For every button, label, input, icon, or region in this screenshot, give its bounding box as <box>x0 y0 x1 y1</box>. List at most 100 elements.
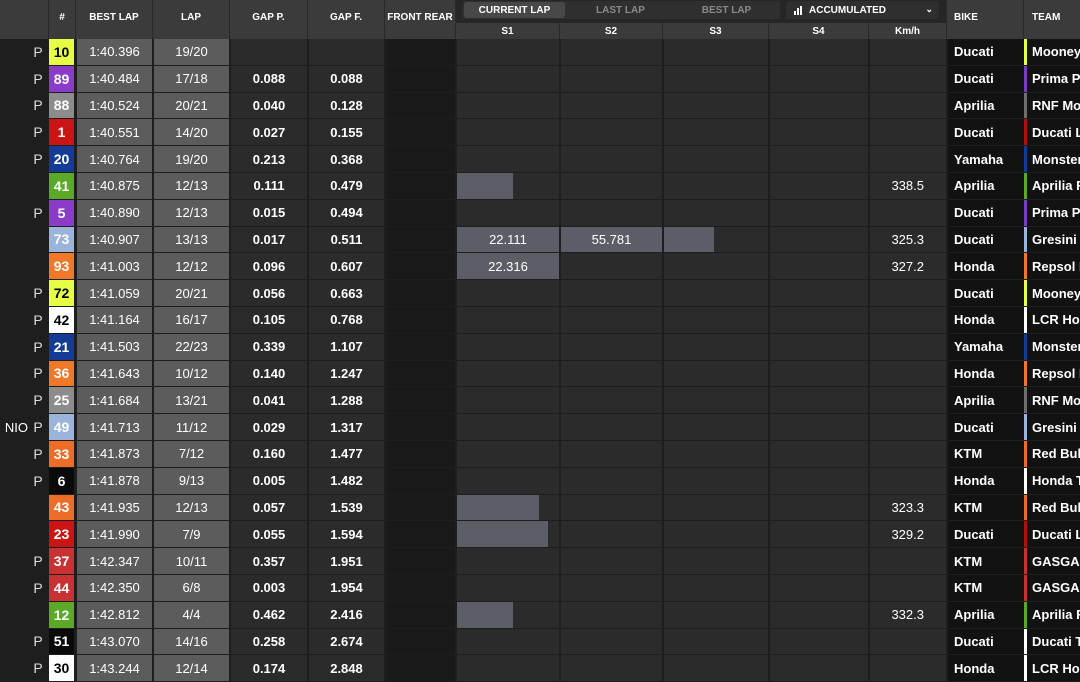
table-row[interactable]: P11:40.55114/200.0270.155 Ducati Ducati Le… <box>0 119 1080 146</box>
team-color-stripe <box>1024 574 1027 601</box>
rider-number-badge[interactable]: 23 <box>49 521 74 548</box>
sector-2-time <box>561 66 662 92</box>
table-row[interactable]: P 21 1:41.503 22/23 0.339 1.107 Yamaha Monster … <box>0 333 1080 361</box>
header-best-lap[interactable]: BEST LAP <box>76 0 153 39</box>
table-row[interactable]: NIO P 49 1:41.713 11/12 0.029 1.317 Ducati Gresi… <box>0 414 1080 441</box>
pit-indicator: P <box>28 467 48 494</box>
table-row[interactable]: 23 1:41.990 7/9 0.055 1.594 329.2 Ducati Ducati… <box>0 521 1080 548</box>
header-number[interactable]: # <box>49 0 76 39</box>
header-gap-first[interactable]: GAP F. <box>308 0 385 39</box>
best-lap-time: 1:41.935 <box>77 494 152 521</box>
header-sector-3[interactable]: S3 <box>663 23 769 39</box>
table-row[interactable]: P301:43.24412/140.1742.848 Honda LCR Honda <box>0 655 1080 682</box>
pit-indicator <box>28 172 48 199</box>
rider-number-badge[interactable]: 88 <box>49 92 74 119</box>
table-row[interactable]: P 51 1:43.070 14/16 0.258 2.674 Ducati Ducati T… <box>0 628 1080 656</box>
rider-number-badge[interactable]: 20 <box>49 146 74 172</box>
speed-trap <box>870 146 946 172</box>
team-name: Aprilia Racing <box>1032 178 1080 194</box>
team-color-stripe <box>1024 548 1027 574</box>
pit-indicator: P <box>28 414 48 440</box>
rider-number-badge[interactable]: 1 <box>49 119 74 146</box>
rider-number-badge[interactable]: 12 <box>49 601 74 628</box>
table-row[interactable]: P61:41.8789/130.0051.482 Honda Honda Team <box>0 467 1080 495</box>
table-row[interactable]: P721:41.05920/210.0560.663 Ducati Mooney V… <box>0 280 1080 307</box>
rider-number-badge[interactable]: 89 <box>49 65 74 92</box>
lap-count: 10/11 <box>154 548 229 574</box>
lap-count: 20/21 <box>154 92 229 119</box>
table-row[interactable]: P441:42.3506/80.0031.954 KTM GASGAS Factor… <box>0 574 1080 602</box>
sector-1-cell <box>457 199 559 226</box>
table-row[interactable]: 41 1:40.875 12/13 0.111 0.479 338.5 Aprilia Apr… <box>0 172 1080 200</box>
speed-trap <box>870 628 946 655</box>
rider-number-badge[interactable]: 51 <box>49 628 74 655</box>
gap-first: 1.539 <box>309 494 384 521</box>
table-row[interactable]: 43 1:41.935 12/13 0.057 1.539 323.3 KTM Red Bul… <box>0 494 1080 522</box>
gap-previous <box>231 39 307 65</box>
table-row[interactable]: P881:40.52420/210.0400.128 Aprilia RNF Mot… <box>0 92 1080 120</box>
rider-number-badge[interactable]: 41 <box>49 172 74 199</box>
header-sector-2[interactable]: S2 <box>560 23 663 39</box>
gap-previous: 0.105 <box>231 306 307 333</box>
header-sector-1[interactable]: S1 <box>456 23 560 39</box>
header-sector-4[interactable]: S4 <box>769 23 869 39</box>
rider-number-badge[interactable]: 5 <box>49 199 74 226</box>
header-gap-previous[interactable]: GAP P. <box>230 0 308 39</box>
rider-number-badge[interactable]: 30 <box>49 655 74 682</box>
best-lap-time: 1:43.070 <box>77 628 152 655</box>
table-row[interactable]: P371:42.34710/110.3571.951 KTM GASGAS Fact… <box>0 548 1080 575</box>
header-speed[interactable]: Km/h <box>869 23 947 39</box>
rider-number-badge[interactable]: 72 <box>49 280 74 306</box>
sector-1-cell <box>457 414 559 440</box>
sector-1-cell <box>457 494 559 521</box>
rider-number-badge[interactable]: 36 <box>49 360 74 387</box>
lap-count: 6/8 <box>154 574 229 601</box>
rider-number-badge[interactable]: 44 <box>49 574 74 601</box>
rider-number-badge[interactable]: 33 <box>49 440 74 467</box>
team-color-stripe <box>1024 65 1027 92</box>
table-row[interactable]: P361:41.64310/120.1401.247 Honda Repsol Ho… <box>0 360 1080 388</box>
speed-trap <box>870 655 946 682</box>
tyre-info <box>386 253 455 280</box>
tab-best-lap[interactable]: BEST LAP <box>676 2 777 18</box>
rider-number-badge[interactable]: 21 <box>49 333 74 360</box>
tab-current-lap[interactable]: CURRENT LAP <box>464 2 565 18</box>
sector-3-time <box>664 200 768 226</box>
best-lap-time: 1:41.873 <box>77 440 152 467</box>
table-row[interactable]: P891:40.48417/180.0880.088DucatiPrima Pr… <box>0 65 1080 93</box>
rider-number-badge[interactable]: 6 <box>49 467 74 494</box>
bike-manufacturer: Honda <box>948 253 1024 280</box>
table-row[interactable]: P 20 1:40.764 19/20 0.213 0.368 Yamaha Monster … <box>0 146 1080 173</box>
rider-number-badge[interactable]: 10 <box>49 39 74 65</box>
gap-previous: 0.055 <box>231 521 307 548</box>
pit-indicator: P <box>28 360 48 387</box>
table-row[interactable]: 73 1:40.907 13/13 0.017 0.511 22.111 55.781 325… <box>0 226 1080 254</box>
header-team[interactable]: TEAM <box>1024 0 1080 39</box>
gap-first <box>309 39 384 65</box>
tab-last-lap[interactable]: LAST LAP <box>570 2 671 18</box>
rider-number-badge[interactable]: 43 <box>49 494 74 521</box>
rider-number-badge[interactable]: 93 <box>49 253 74 280</box>
sector-1-cell <box>457 119 559 146</box>
sector-1-time <box>457 146 559 172</box>
table-row[interactable]: 12 1:42.812 4/4 0.462 2.416 332.3 Aprilia April… <box>0 601 1080 629</box>
rider-number-badge[interactable]: 37 <box>49 548 74 574</box>
header-lap[interactable]: LAP <box>153 0 230 39</box>
table-row[interactable]: P101:40.39619/20 Ducati Mooney VR46 Racing… <box>0 39 1080 66</box>
bike-manufacturer: Ducati <box>948 280 1024 306</box>
table-row[interactable]: 93 1:41.003 12/12 0.096 0.607 22.316 327.2 Hond… <box>0 253 1080 280</box>
table-row[interactable]: P251:41.68413/210.0411.288 Aprilia RNF Mot… <box>0 387 1080 414</box>
sector-3-time <box>664 253 768 279</box>
rider-number-badge[interactable]: 73 <box>49 226 74 253</box>
rider-number-badge[interactable]: 25 <box>49 387 74 414</box>
rider-number-badge[interactable]: 49 <box>49 414 74 440</box>
table-row[interactable]: P331:41.8737/120.1601.477 KTM Red Bull KTM… <box>0 440 1080 468</box>
accumulated-dropdown[interactable]: ACCUMULATED ⌄ <box>786 1 939 19</box>
table-row[interactable]: P421:41.16416/170.1050.768 Honda LCR Honda <box>0 306 1080 334</box>
pit-indicator: P <box>28 440 48 467</box>
pit-indicator: P <box>28 548 48 574</box>
table-row[interactable]: P51:40.89012/130.0150.494 Ducati Prima Pra… <box>0 199 1080 227</box>
gap-previous: 0.339 <box>231 333 307 360</box>
rider-number-badge[interactable]: 42 <box>49 306 74 333</box>
header-bike[interactable]: BIKE <box>947 0 1024 39</box>
